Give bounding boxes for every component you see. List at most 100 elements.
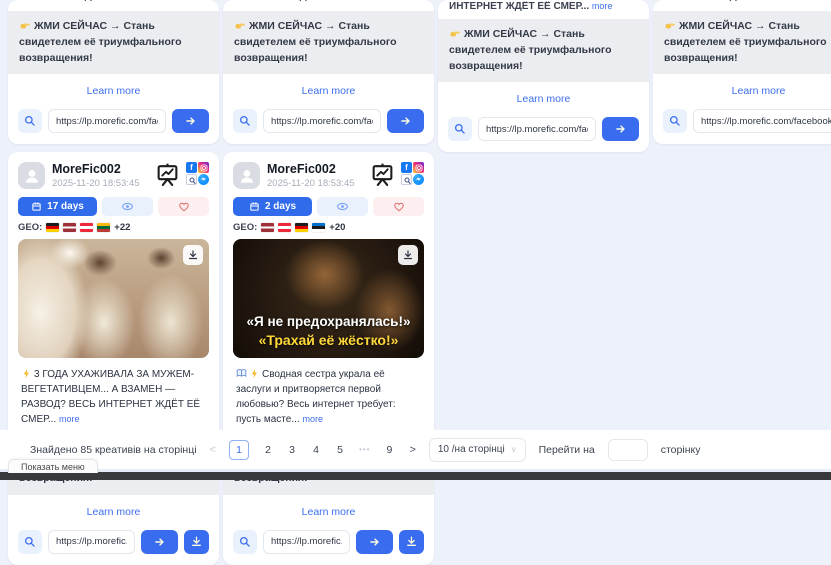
arrow-right-icon <box>614 122 628 136</box>
next-page-button[interactable]: > <box>409 444 415 456</box>
image-overlay-line1: «Я не предохранялась!» <box>233 313 424 331</box>
download-icon <box>190 535 203 548</box>
open-url-button[interactable] <box>356 530 393 554</box>
learn-more-link[interactable]: Learn more <box>8 495 219 530</box>
geo-more-count[interactable]: +22 <box>114 222 130 233</box>
search-icon <box>23 535 37 549</box>
url-row <box>8 109 219 144</box>
landing-url-input[interactable] <box>693 109 831 133</box>
flag-austria-icon <box>80 223 93 232</box>
presentation-screen-icon[interactable] <box>155 162 180 187</box>
landing-url-input[interactable] <box>48 109 166 133</box>
open-url-button[interactable] <box>387 109 424 133</box>
geo-row: GEO: +20 <box>223 216 434 237</box>
geo-flags <box>261 223 325 232</box>
instagram-icon <box>413 162 424 173</box>
learn-more-link[interactable]: Learn more <box>653 74 831 109</box>
highlight-text: ЖМИ СЕЙЧАС → Стань свидетелем её триумфа… <box>8 11 219 74</box>
landing-url-input[interactable] <box>263 530 350 554</box>
learn-more-link[interactable]: Learn more <box>8 74 219 109</box>
messenger-icon <box>198 174 209 185</box>
search-icon <box>668 114 682 128</box>
views-button[interactable] <box>317 197 368 216</box>
favorite-button[interactable] <box>158 197 209 216</box>
search-icon <box>453 122 467 136</box>
flag-lithuania-icon <box>97 223 110 232</box>
download-creative-button[interactable] <box>184 530 209 554</box>
favorite-button[interactable] <box>373 197 424 216</box>
eye-icon <box>121 200 134 213</box>
search-button[interactable] <box>448 117 472 141</box>
more-link[interactable]: more <box>59 414 80 424</box>
creative-card-partial: ИНТЕРНЕТ ЖДЁТ ЕЁ СМЕР... ЖМИ СЕЙЧАС → Ст… <box>653 0 831 144</box>
results-count-text: Знайдено 85 креативів на сторінці <box>30 444 197 456</box>
goto-page-input[interactable] <box>608 439 648 461</box>
creative-image[interactable] <box>18 239 209 358</box>
geo-more-count[interactable]: +20 <box>329 222 345 233</box>
page-ellipsis: ••• <box>359 445 370 454</box>
pointing-finger-icon <box>664 19 676 31</box>
pagination-bar: Знайдено 85 креативів на сторінці < 1 2 3 4… <box>0 430 831 469</box>
eye-icon <box>336 200 349 213</box>
creative-body-text: ИНТЕРНЕТ ЖДЁТ ЕЁ СМЕР... more <box>438 1 649 19</box>
learn-more-link[interactable]: Learn more <box>223 495 434 530</box>
creative-timestamp: 2025-11-20 18:53:45 <box>52 178 155 189</box>
geo-label: GEO: <box>233 222 257 233</box>
image-download-button[interactable] <box>183 245 203 265</box>
creative-timestamp: 2025-11-20 18:53:45 <box>267 178 370 189</box>
landing-url-input[interactable] <box>478 117 596 141</box>
page-button-4[interactable]: 4 <box>311 444 321 456</box>
arrow-right-icon <box>399 114 413 128</box>
heart-icon <box>393 201 405 213</box>
page-button-5[interactable]: 5 <box>335 444 345 456</box>
pointing-finger-icon <box>19 19 31 31</box>
clipped-body-text: ИНТЕРНЕТ ЖДЁТ ЕЁ СМЕР... <box>653 0 831 11</box>
search-button[interactable] <box>663 109 687 133</box>
download-creative-button[interactable] <box>399 530 424 554</box>
more-link[interactable]: more <box>302 414 323 424</box>
search-button[interactable] <box>233 109 257 133</box>
prev-page-button[interactable]: < <box>210 444 216 456</box>
page-button-3[interactable]: 3 <box>287 444 297 456</box>
search-button[interactable] <box>18 109 42 133</box>
audience-network-icon <box>401 174 412 185</box>
messenger-icon <box>413 174 424 185</box>
image-download-button[interactable] <box>398 245 418 265</box>
url-row <box>438 117 649 152</box>
highlight-text: ЖМИ СЕЙЧАС → Стань свидетелем её триумфа… <box>223 11 434 74</box>
page-size-select[interactable]: 10 /на сторінці∨ <box>429 438 526 462</box>
flag-austria-icon <box>278 223 291 232</box>
presentation-screen-icon[interactable] <box>370 162 395 187</box>
learn-more-link[interactable]: Learn more <box>438 82 649 117</box>
person-icon <box>22 166 42 186</box>
more-link[interactable]: more <box>592 1 613 11</box>
open-url-button[interactable] <box>602 117 639 141</box>
lightning-icon <box>249 368 260 379</box>
search-button[interactable] <box>18 530 42 554</box>
open-url-button[interactable] <box>172 109 209 133</box>
search-button[interactable] <box>233 530 257 554</box>
creative-card-partial: ИНТЕРНЕТ ЖДЁТ ЕЁ СМЕР... ЖМИ СЕЙЧАС → Ст… <box>223 0 434 144</box>
landing-url-input[interactable] <box>263 109 381 133</box>
page-numbers: 1 2 3 4 5 ••• 9 <box>229 440 394 460</box>
search-icon <box>238 114 252 128</box>
landing-url-input[interactable] <box>48 530 135 554</box>
creative-image[interactable]: «Я не предохранялась!» «Трахай её жёстко… <box>233 239 424 358</box>
open-url-button[interactable] <box>141 530 178 554</box>
days-active-button[interactable]: 17 days <box>18 197 97 216</box>
page-button-9[interactable]: 9 <box>384 444 394 456</box>
flag-latvia-icon <box>63 223 76 232</box>
avatar <box>18 162 45 189</box>
page-button-2[interactable]: 2 <box>263 444 273 456</box>
days-active-button[interactable]: 2 days <box>233 197 312 216</box>
creative-body-text: Сводная сестра украла её заслуги и притв… <box>223 358 434 431</box>
show-menu-button[interactable]: Показать меню <box>8 459 98 473</box>
download-icon <box>402 249 414 261</box>
views-button[interactable] <box>102 197 153 216</box>
goto-page-suffix: сторінку <box>661 444 701 456</box>
avatar <box>233 162 260 189</box>
creative-body-text: 3 ГОДА УХАЖИВАЛА ЗА МУЖЕМ-ВЕГЕТАТИВЦЕМ..… <box>8 358 219 431</box>
flag-germany-icon <box>46 223 59 232</box>
learn-more-link[interactable]: Learn more <box>223 74 434 109</box>
page-button-1[interactable]: 1 <box>229 440 249 460</box>
